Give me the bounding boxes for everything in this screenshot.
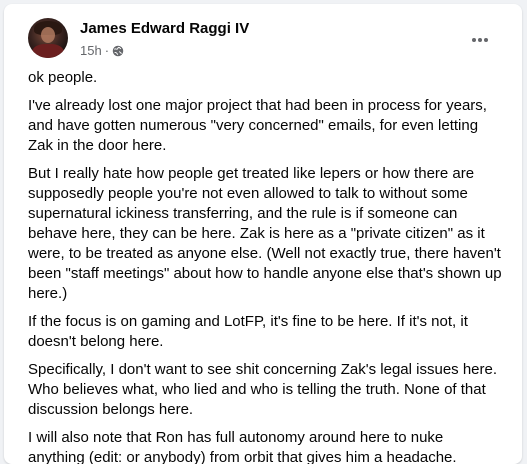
avatar[interactable] bbox=[28, 18, 68, 58]
post-paragraph: If the focus is on gaming and LotFP, it'… bbox=[28, 313, 468, 350]
more-horizontal-icon bbox=[472, 38, 488, 42]
author-name[interactable]: James Edward Raggi IV bbox=[80, 20, 249, 37]
more-options-button[interactable] bbox=[462, 22, 498, 58]
post-paragraph: I will also note that Ron has full auton… bbox=[28, 429, 457, 464]
post-paragraph: Specifically, I don't want to see shit c… bbox=[28, 361, 498, 418]
post-paragraph: I've already lost one major project that… bbox=[28, 97, 487, 154]
avatar-face bbox=[41, 27, 55, 43]
globe-icon[interactable] bbox=[112, 45, 124, 57]
post-header: James Edward Raggi IV 15h · bbox=[28, 16, 508, 60]
post-paragraph: ok people. bbox=[28, 69, 98, 86]
meta-separator: · bbox=[104, 43, 110, 58]
post-meta: 15h · bbox=[80, 43, 124, 58]
post-card: James Edward Raggi IV 15h · ok people. I… bbox=[4, 4, 522, 464]
post-paragraph: But I really hate how people get treated… bbox=[28, 165, 502, 302]
post-body: ok people. I've already lost one major p… bbox=[28, 68, 504, 464]
post-timestamp[interactable]: 15h bbox=[80, 43, 102, 58]
avatar-body bbox=[32, 44, 64, 58]
